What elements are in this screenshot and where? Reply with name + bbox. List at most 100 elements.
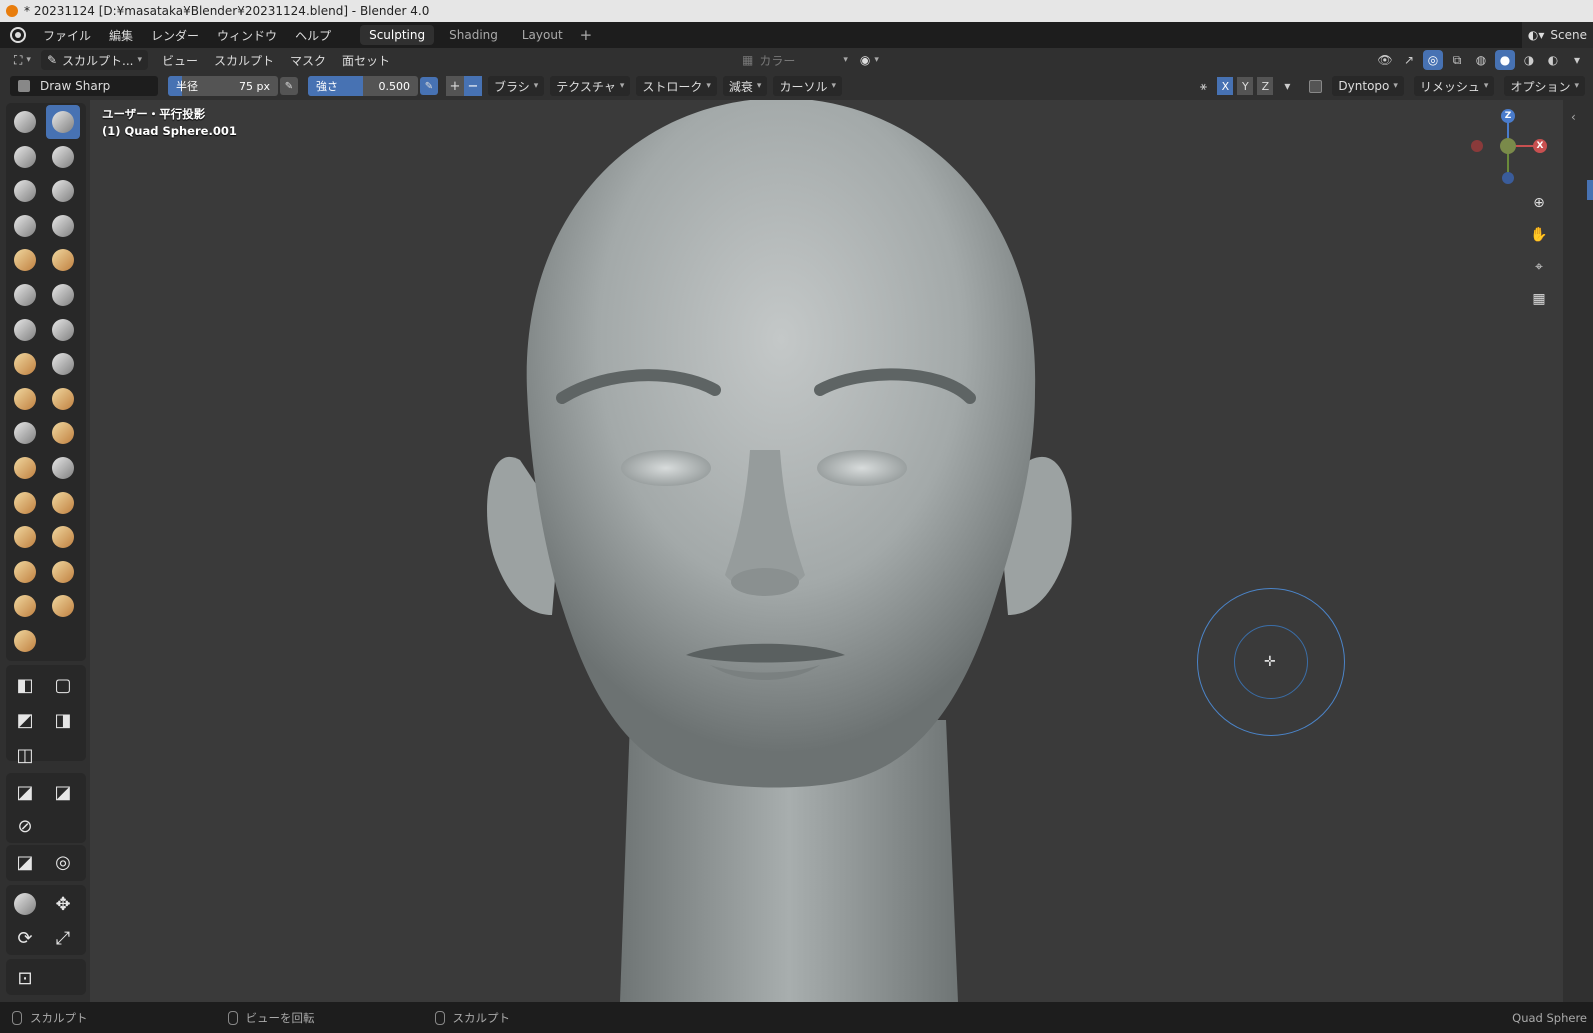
- texture-dropdown[interactable]: テクスチャ ▾: [550, 76, 631, 96]
- tool-smooth[interactable]: [46, 243, 80, 277]
- tool-box-face-set[interactable]: ◫: [8, 738, 42, 772]
- tool-grab[interactable]: [46, 347, 80, 381]
- radius-pressure-icon[interactable]: ✎: [280, 77, 298, 95]
- tool-scale[interactable]: ⤢: [46, 921, 80, 955]
- tool-draw[interactable]: [8, 105, 42, 139]
- menu-sculpt[interactable]: スカルプト: [208, 52, 280, 69]
- shading-solid-icon[interactable]: ●: [1495, 50, 1515, 70]
- gizmo-toggle-icon[interactable]: ↗: [1399, 50, 1419, 70]
- tool-line-project[interactable]: ◪: [8, 775, 42, 809]
- tool-pinch[interactable]: [8, 347, 42, 381]
- gizmo-neg-x-axis[interactable]: [1471, 140, 1483, 152]
- subtract-direction-button[interactable]: −: [464, 76, 482, 96]
- add-workspace-button[interactable]: +: [572, 26, 601, 44]
- tool-color-filter[interactable]: ◪: [8, 845, 42, 879]
- tool-clay-strips[interactable]: [46, 140, 80, 174]
- tool-multiplane-scrape[interactable]: [46, 313, 80, 347]
- pivot-dropdown[interactable]: ◉ ▾: [854, 53, 885, 67]
- brush-selector[interactable]: Draw Sharp: [10, 76, 158, 96]
- symmetry-y-button[interactable]: Y: [1237, 77, 1254, 95]
- tool-rotate-transform[interactable]: ⟳: [8, 921, 42, 955]
- tool-box-mask[interactable]: ▢: [46, 668, 80, 702]
- overlay-toggle-icon[interactable]: ◎: [1423, 50, 1443, 70]
- tool-smear[interactable]: ◧: [8, 668, 42, 702]
- tool-mask[interactable]: [8, 555, 42, 589]
- sidebar-toggle-chevron-icon[interactable]: ‹: [1571, 110, 1576, 124]
- tool-paint[interactable]: [8, 624, 42, 658]
- tool-multires-displacement-eraser[interactable]: [8, 589, 42, 623]
- gizmo-y-axis[interactable]: [1500, 138, 1516, 154]
- tool-layer[interactable]: [46, 174, 80, 208]
- tool-multires-smear[interactable]: [46, 589, 80, 623]
- stroke-dropdown[interactable]: ストローク ▾: [636, 76, 717, 96]
- symmetry-chevron-icon[interactable]: ▾: [1277, 76, 1297, 96]
- tab-shading[interactable]: Shading: [440, 25, 507, 45]
- xray-icon[interactable]: ⧉: [1447, 50, 1467, 70]
- tool-flatten[interactable]: [8, 278, 42, 312]
- gizmo-z-axis[interactable]: Z: [1501, 109, 1515, 123]
- tool-move[interactable]: ✥: [46, 887, 80, 921]
- tool-simplify[interactable]: [46, 520, 80, 554]
- tool-transform[interactable]: ⊡: [8, 961, 42, 995]
- dyntopo-checkbox[interactable]: [1309, 79, 1323, 93]
- tool-mesh-filter[interactable]: ◪: [46, 775, 80, 809]
- dyntopo-dropdown[interactable]: Dyntopo ▾: [1332, 76, 1404, 96]
- brush-dropdown[interactable]: ブラシ ▾: [488, 76, 545, 96]
- tool-cloth[interactable]: [8, 520, 42, 554]
- tool-pose[interactable]: [46, 416, 80, 450]
- gizmo-neg-z-axis[interactable]: [1502, 172, 1514, 184]
- tool-crease[interactable]: [8, 243, 42, 277]
- 3d-viewport[interactable]: ユーザー・平行投影 (1) Quad Sphere.001 ✛ Z X ⊕ ✋ …: [90, 100, 1563, 1002]
- tool-lasso-mask[interactable]: ◩: [8, 703, 42, 737]
- menu-view[interactable]: ビュー: [156, 52, 204, 69]
- menu-help[interactable]: ヘルプ: [286, 27, 340, 44]
- radius-slider[interactable]: 半径 75 px: [168, 76, 278, 96]
- zoom-icon[interactable]: ⊕: [1526, 190, 1552, 216]
- tool-scrape[interactable]: [8, 313, 42, 347]
- tool-thumb[interactable]: [8, 416, 42, 450]
- strength-pressure-icon[interactable]: ✎: [420, 77, 438, 95]
- menu-edit[interactable]: 編集: [100, 27, 142, 44]
- menu-face-sets[interactable]: 面セット: [336, 52, 396, 69]
- menu-render[interactable]: レンダー: [142, 27, 208, 44]
- navigation-gizmo[interactable]: Z X: [1458, 104, 1548, 194]
- tool-inflate[interactable]: [8, 209, 42, 243]
- tool-mask-by-color[interactable]: [8, 887, 42, 921]
- strength-slider[interactable]: 強さ 0.500: [308, 76, 418, 96]
- tool-cloth-filter[interactable]: ⊘: [8, 809, 42, 843]
- blender-logo-icon[interactable]: [10, 27, 26, 43]
- options-dropdown[interactable]: オプション ▾: [1504, 76, 1585, 96]
- shading-material-icon[interactable]: ◑: [1519, 50, 1539, 70]
- shading-wireframe-icon[interactable]: ◍: [1471, 50, 1491, 70]
- tool-blob[interactable]: [46, 209, 80, 243]
- color-attribute-dropdown[interactable]: ▦ カラー ▾: [736, 52, 854, 69]
- gizmo-x-axis[interactable]: X: [1533, 139, 1547, 153]
- tool-boundary[interactable]: [46, 486, 80, 520]
- tool-slide-relax[interactable]: [8, 486, 42, 520]
- remesh-dropdown[interactable]: リメッシュ ▾: [1413, 76, 1495, 96]
- tool-box-hide[interactable]: ◨: [46, 703, 80, 737]
- falloff-dropdown[interactable]: 減衰 ▾: [722, 76, 768, 96]
- scene-selector[interactable]: ◐▾ Scene: [1521, 22, 1593, 48]
- visibility-icon[interactable]: 👁: [1375, 50, 1395, 70]
- symmetry-z-button[interactable]: Z: [1257, 77, 1274, 95]
- tab-sculpting[interactable]: Sculpting: [360, 25, 435, 45]
- tool-draw-sharp[interactable]: [46, 105, 80, 139]
- tab-layout[interactable]: Layout: [513, 25, 572, 45]
- symmetry-x-button[interactable]: X: [1217, 77, 1234, 95]
- tool-elastic-deform[interactable]: [8, 382, 42, 416]
- orthographic-grid-icon[interactable]: ▦: [1526, 286, 1552, 312]
- tool-clay[interactable]: [8, 140, 42, 174]
- menu-mask[interactable]: マスク: [284, 52, 332, 69]
- symmetry-icon[interactable]: ⚹: [1193, 76, 1213, 96]
- add-direction-button[interactable]: +: [446, 76, 464, 96]
- tool-rotate[interactable]: [46, 451, 80, 485]
- tool-nudge[interactable]: [8, 451, 42, 485]
- shading-rendered-icon[interactable]: ◐: [1543, 50, 1563, 70]
- tool-snake-hook[interactable]: [46, 382, 80, 416]
- tool-draw-face-sets[interactable]: [46, 555, 80, 589]
- tool-edit-face-set[interactable]: ◎: [46, 845, 80, 879]
- pan-hand-icon[interactable]: ✋: [1526, 222, 1552, 248]
- cursor-dropdown[interactable]: カーソル ▾: [773, 76, 842, 96]
- camera-view-icon[interactable]: ⌖: [1526, 254, 1552, 280]
